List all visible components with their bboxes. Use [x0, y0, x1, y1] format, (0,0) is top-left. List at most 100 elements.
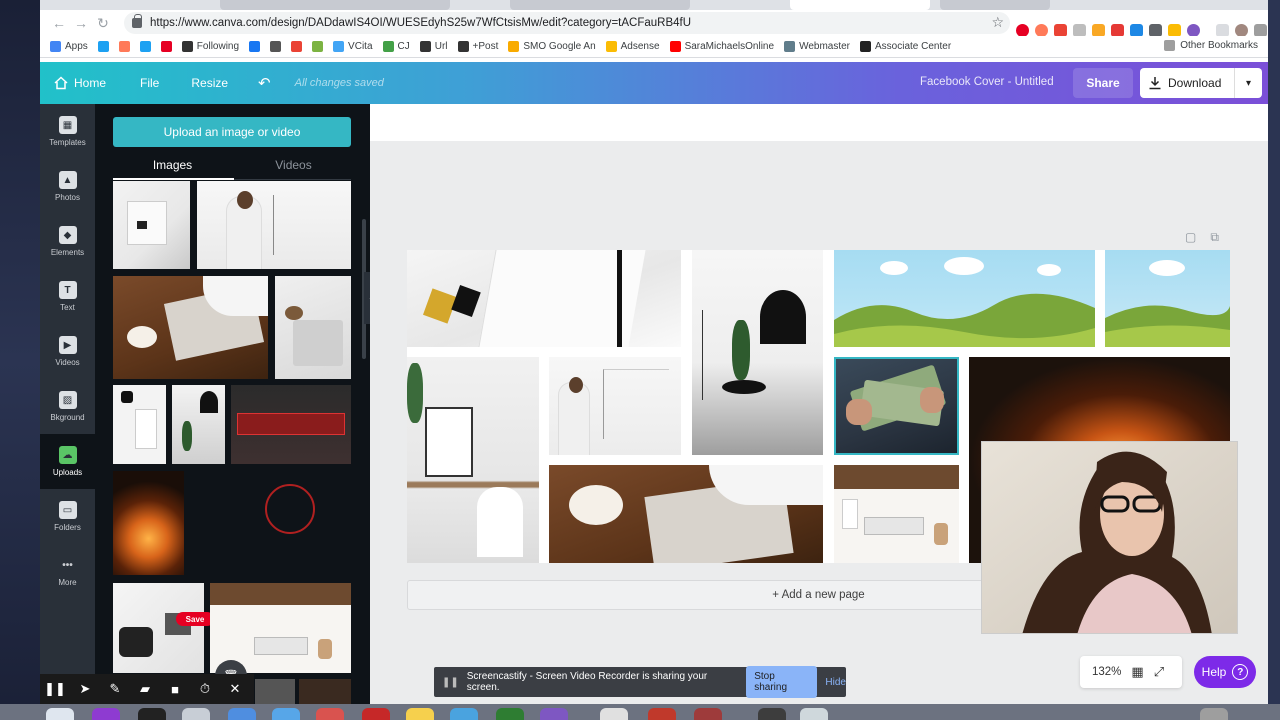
- grid-image-cell[interactable]: [1105, 250, 1230, 347]
- browser-tab-active[interactable]: [790, 0, 930, 10]
- grid-image-cell-selected[interactable]: [834, 357, 959, 455]
- fullscreen-icon[interactable]: ⤢: [1154, 664, 1164, 680]
- dock-app-icon[interactable]: [228, 708, 256, 720]
- rail-item-uploads[interactable]: ☁ Uploads: [40, 434, 95, 489]
- upload-thumbnail[interactable]: [113, 276, 268, 379]
- bookmark-item[interactable]: [312, 41, 324, 52]
- other-bookmarks[interactable]: Other Bookmarks: [1164, 40, 1258, 51]
- dock-app-icon[interactable]: [272, 708, 300, 720]
- bookmark-item[interactable]: Adsense: [605, 41, 660, 52]
- dock-app-icon[interactable]: [362, 708, 390, 720]
- close-icon[interactable]: ✕: [220, 674, 250, 704]
- upload-thumbnail[interactable]: [113, 385, 166, 464]
- dock-app-icon[interactable]: [600, 708, 628, 720]
- bookmark-item[interactable]: [139, 41, 151, 52]
- bookmark-item[interactable]: SaraMichaelsOnline: [669, 41, 774, 52]
- dock-app-icon[interactable]: [316, 708, 344, 720]
- grid-image-cell[interactable]: [407, 250, 681, 347]
- upload-thumbnail[interactable]: [299, 679, 351, 704]
- upload-thumbnail[interactable]: [113, 583, 204, 673]
- bookmark-item[interactable]: [97, 41, 109, 52]
- upload-thumbnail[interactable]: [197, 181, 351, 269]
- tab-videos[interactable]: Videos: [234, 158, 353, 172]
- pause-icon[interactable]: ❚❚: [40, 674, 70, 704]
- back-arrow-icon[interactable]: ←: [48, 15, 70, 31]
- reload-icon[interactable]: ↻: [92, 15, 114, 32]
- rail-item-templates[interactable]: ▦ Templates: [40, 104, 95, 159]
- dock-app-icon[interactable]: [648, 708, 676, 720]
- rail-item-folders[interactable]: ▭ Folders: [40, 489, 95, 544]
- resize-button[interactable]: Resize: [191, 76, 228, 90]
- upload-thumbnail[interactable]: [231, 385, 351, 464]
- upload-thumbnail[interactable]: [113, 471, 184, 575]
- zoom-control[interactable]: 132% ▦ ⤢: [1080, 656, 1182, 688]
- grid-image-cell[interactable]: [692, 250, 823, 455]
- bookmark-item[interactable]: SMO Google An: [508, 41, 596, 52]
- bookmark-item[interactable]: Associate Center: [860, 41, 951, 52]
- pinterest-save-button[interactable]: Save: [176, 612, 214, 626]
- upload-thumbnail[interactable]: [172, 385, 225, 464]
- bookmark-star-icon[interactable]: ☆: [991, 14, 1004, 31]
- stop-sharing-button[interactable]: Stop sharing: [746, 666, 818, 698]
- rail-item-bkground[interactable]: ▨ Bkground: [40, 379, 95, 434]
- previous-page[interactable]: [370, 104, 1268, 141]
- dock-app-icon[interactable]: [694, 708, 722, 720]
- file-menu[interactable]: File: [140, 76, 159, 90]
- dock-app-icon[interactable]: [758, 708, 786, 720]
- grid-image-cell[interactable]: [549, 357, 681, 455]
- upload-thumbnail[interactable]: [275, 276, 351, 379]
- cursor-icon[interactable]: ➤: [70, 674, 100, 704]
- upload-thumbnail[interactable]: [255, 679, 295, 704]
- highlighter-icon[interactable]: ▰: [130, 674, 160, 704]
- browser-tab[interactable]: [510, 0, 690, 10]
- bookmark-item[interactable]: VCita: [333, 41, 373, 52]
- browser-tab[interactable]: [940, 0, 1050, 10]
- dock-app-icon[interactable]: [800, 708, 828, 720]
- dock-app-icon[interactable]: [92, 708, 120, 720]
- upload-thumbnail[interactable]: [113, 181, 190, 269]
- bookmark-item[interactable]: +Post: [457, 41, 498, 52]
- dock-app-icon[interactable]: [46, 708, 74, 720]
- timer-icon[interactable]: ⏱: [190, 674, 220, 704]
- dock-app-icon[interactable]: [1200, 708, 1228, 720]
- help-button[interactable]: Help ?: [1194, 656, 1256, 688]
- bookmark-item[interactable]: [118, 41, 130, 52]
- dock-app-icon[interactable]: [138, 708, 166, 720]
- hide-banner-button[interactable]: Hide: [825, 677, 846, 688]
- browser-tab[interactable]: [220, 0, 450, 10]
- bookmark-item[interactable]: CJ: [382, 41, 410, 52]
- bookmark-item[interactable]: [160, 41, 172, 52]
- share-button[interactable]: Share: [1073, 68, 1133, 98]
- dock-app-icon[interactable]: [406, 708, 434, 720]
- download-button[interactable]: Download ▾: [1140, 68, 1262, 98]
- bookmark-item[interactable]: Following: [181, 41, 239, 52]
- dock-app-icon[interactable]: [450, 708, 478, 720]
- bookmark-item[interactable]: Webmaster: [784, 41, 850, 52]
- grid-view-icon[interactable]: ▦: [1131, 664, 1143, 680]
- home-button[interactable]: Home: [54, 76, 106, 90]
- dock-app-icon[interactable]: [182, 708, 210, 720]
- forward-arrow-icon[interactable]: →: [70, 15, 92, 31]
- rail-item-videos[interactable]: ▶ Videos: [40, 324, 95, 379]
- rail-item-elements[interactable]: ◆ Elements: [40, 214, 95, 269]
- rail-item-photos[interactable]: ▲ Photos: [40, 159, 95, 214]
- grid-image-cell[interactable]: [549, 465, 823, 563]
- bookmark-item[interactable]: [270, 41, 282, 52]
- camera-icon[interactable]: ■: [160, 674, 190, 704]
- rail-item-text[interactable]: T Text: [40, 269, 95, 324]
- duplicate-page-icon[interactable]: ⧉: [1210, 230, 1219, 245]
- rail-item-more[interactable]: ••• More: [40, 544, 95, 599]
- grid-image-cell[interactable]: [407, 357, 539, 563]
- grid-image-cell[interactable]: [834, 250, 1095, 347]
- undo-icon[interactable]: ↶: [258, 74, 271, 92]
- add-note-icon[interactable]: ▢: [1185, 230, 1196, 245]
- document-title[interactable]: Facebook Cover - Untitled: [920, 76, 1054, 88]
- address-bar[interactable]: https://www.canva.com/design/DADdawIS4OI…: [124, 12, 1010, 34]
- bookmark-item[interactable]: Url: [419, 41, 448, 52]
- bookmark-item[interactable]: [249, 41, 261, 52]
- chevron-down-icon[interactable]: ▾: [1234, 68, 1262, 98]
- dock-app-icon[interactable]: [496, 708, 524, 720]
- bookmark-item[interactable]: Apps: [50, 41, 88, 52]
- bookmark-item[interactable]: [291, 41, 303, 52]
- upload-media-button[interactable]: Upload an image or video: [113, 117, 351, 147]
